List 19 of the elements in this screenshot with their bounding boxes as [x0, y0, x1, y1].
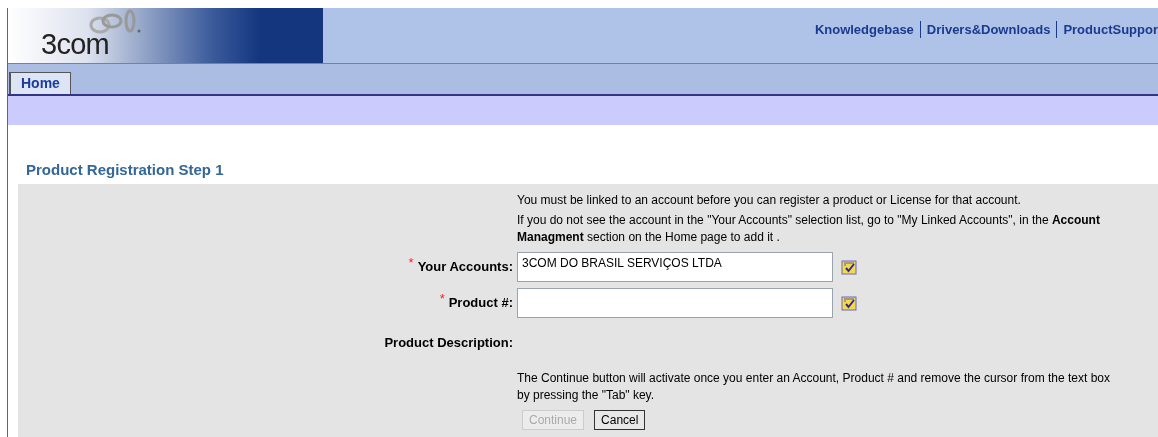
- form-button[interactable]: Cancel: [594, 410, 646, 430]
- logo: 3com: [41, 30, 109, 59]
- note-text: The Continue button will activate once you enter an Account, Product # and remove the cursor from the text box by pressing the "Tab" key.: [517, 370, 1111, 404]
- intro-text: If you do not see the account in the "Your Accounts" selection list, go to "My Linked Accounts", in the Account Managment section on the Home page to add it .: [517, 211, 1101, 246]
- nav-link[interactable]: Knowledgebase: [814, 20, 914, 40]
- intro-text: You must be linked to an account before you can register a product or License for that account.: [517, 191, 1022, 209]
- field-label: Product Description:: [384, 333, 513, 352]
- input-field[interactable]: 3COM DO BRASIL SERVIÇOS LTDA: [517, 251, 833, 282]
- required-asterisk: *: [408, 253, 414, 272]
- field-label: Product #:: [448, 293, 513, 312]
- required-asterisk: *: [439, 289, 445, 308]
- nav-link[interactable]: ProductSuppor: [1063, 20, 1158, 40]
- page-title: Product Registration Step 1: [26, 160, 225, 180]
- nav-tab[interactable]: Home: [9, 72, 71, 94]
- input-field[interactable]: [517, 287, 833, 318]
- field-label: Your Accounts:: [417, 257, 513, 276]
- checklist-icon[interactable]: [841, 294, 857, 311]
- checklist-icon[interactable]: [841, 258, 857, 275]
- nav-link[interactable]: Drivers&Downloads: [926, 20, 1051, 40]
